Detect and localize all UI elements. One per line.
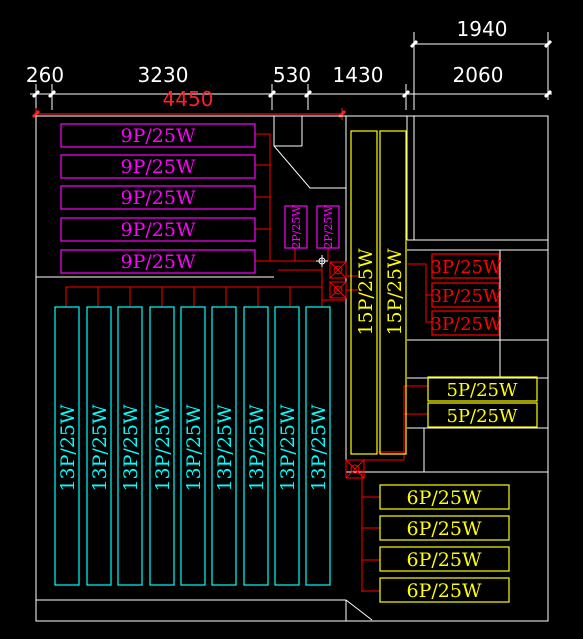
- dim-label-3230: 3230: [138, 63, 189, 87]
- label-5p-2: 5P/25W: [446, 406, 518, 427]
- label-9p-5: 9P/25W: [121, 251, 196, 273]
- label-13p-7: 13P/25W: [246, 404, 268, 492]
- cursor-crosshair: [316, 255, 328, 267]
- label-3p-1: 3P/25W: [430, 257, 502, 278]
- dim-label-4450: 4450: [163, 87, 214, 111]
- label-3p-3: 3P/25W: [430, 314, 502, 335]
- label-13p-1: 13P/25W: [57, 404, 79, 492]
- label-13p-6: 13P/25W: [214, 404, 236, 492]
- label-3p-2: 3P/25W: [430, 286, 502, 307]
- dim-label-1940: 1940: [457, 17, 508, 41]
- label-9p-3: 9P/25W: [121, 187, 196, 209]
- label-2p-1: 2P/25W: [290, 205, 303, 249]
- label-13p-4: 13P/25W: [152, 404, 174, 492]
- label-13p-9: 13P/25W: [308, 404, 330, 492]
- dim-label-1430: 1430: [333, 63, 384, 87]
- label-13p-2: 13P/25W: [89, 404, 111, 492]
- dim-label-530: 530: [273, 63, 311, 87]
- label-13p-3: 13P/25W: [120, 404, 142, 492]
- dim-label-2060: 2060: [453, 63, 504, 87]
- label-13p-8: 13P/25W: [277, 404, 299, 492]
- label-6p-2: 6P/25W: [407, 518, 482, 540]
- label-13p-5: 13P/25W: [183, 404, 205, 492]
- label-2p-2: 2P/25W: [322, 205, 335, 249]
- label-6p-4: 6P/25W: [407, 580, 482, 602]
- label-15p-2: 15P/25W: [384, 248, 406, 336]
- label-6p-1: 6P/25W: [407, 487, 482, 509]
- cad-floor-plan: 1940 260 3230 530 1430 2060 4450 9P/25W …: [26, 17, 553, 622]
- label-5p-1: 5P/25W: [446, 380, 518, 401]
- dim-label-260: 260: [26, 63, 64, 87]
- label-6p-3: 6P/25W: [407, 549, 482, 571]
- label-9p-4: 9P/25W: [121, 219, 196, 241]
- label-9p-1: 9P/25W: [121, 125, 196, 147]
- label-9p-2: 9P/25W: [121, 156, 196, 178]
- label-15p-1: 15P/25W: [355, 248, 377, 336]
- room-walls: [35, 115, 549, 622]
